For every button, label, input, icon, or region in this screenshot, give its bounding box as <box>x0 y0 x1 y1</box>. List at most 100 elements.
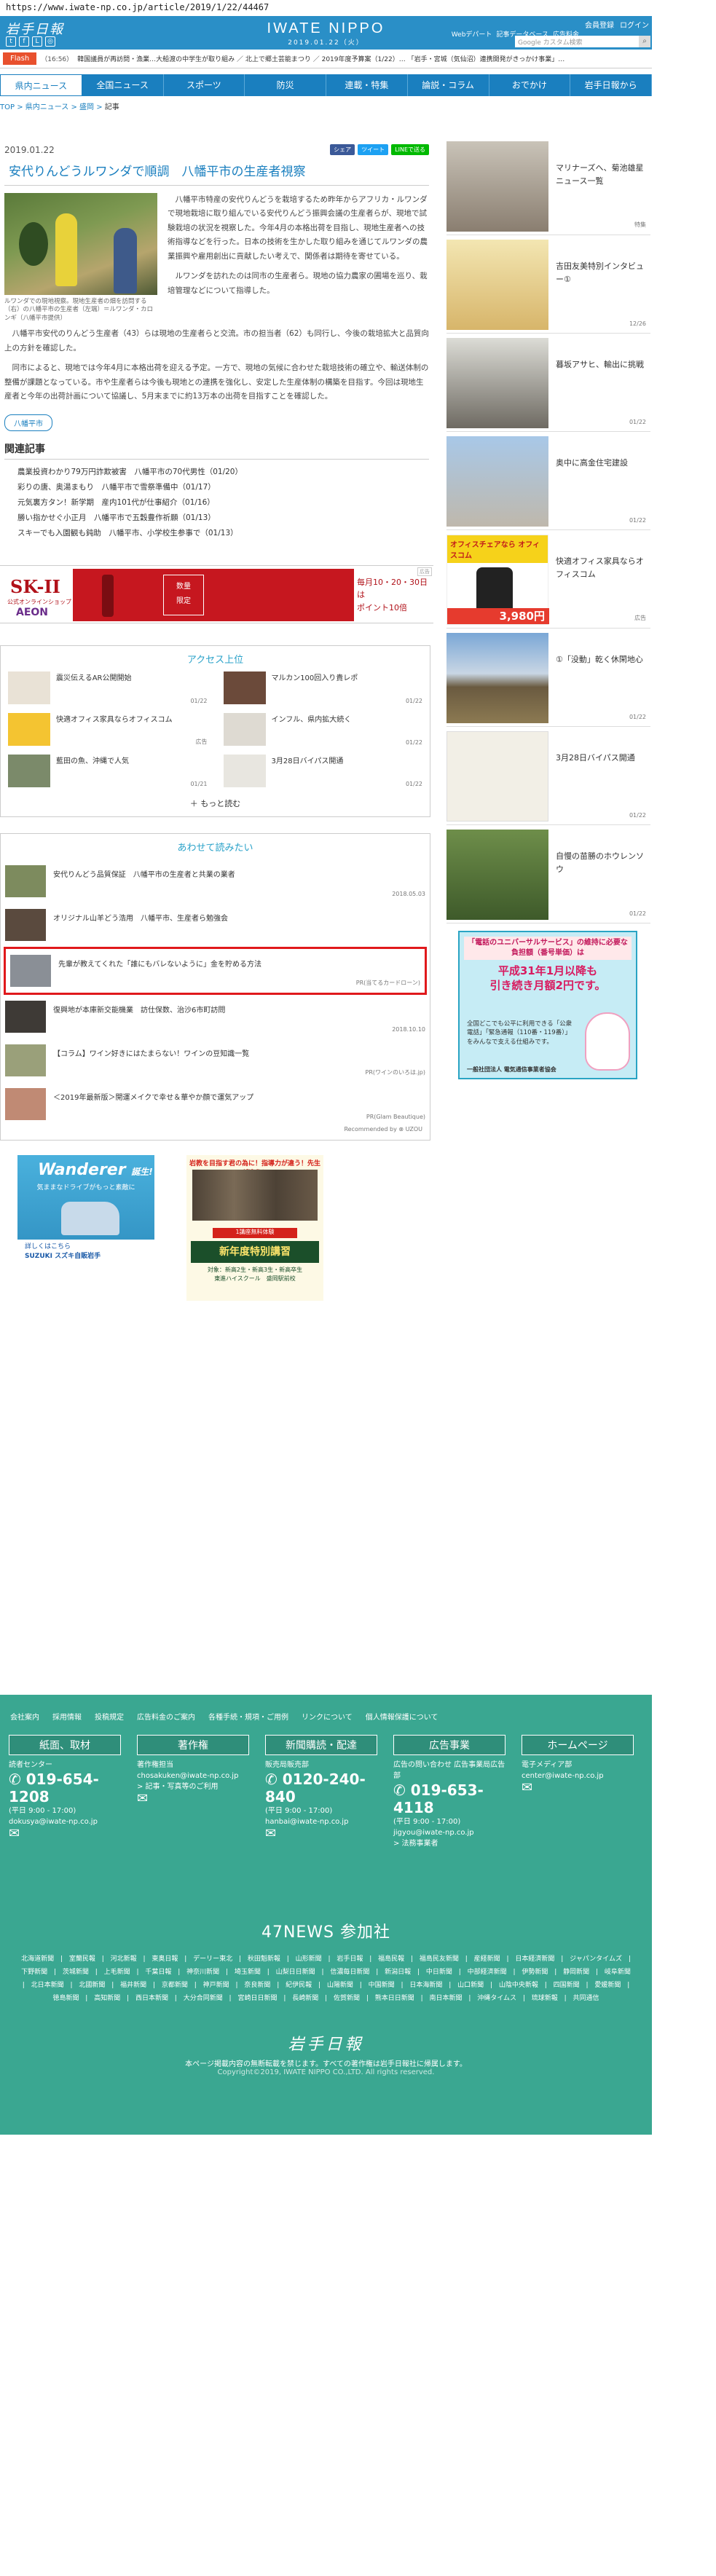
item-thumbnail <box>5 1087 46 1120</box>
recommend-item[interactable]: ＜2019年最新版＞開運メイクで幸せ＆華やか顔で運気アップ PR(Glam Bea… <box>1 1082 430 1126</box>
also-read: あわせて読みたい 安代りんどう品質保証 八幡平市の生産者と共業の業者 2018.0… <box>0 832 430 1141</box>
nav-item[interactable]: 連載・特集 <box>326 74 408 96</box>
line-share-button[interactable]: LINEで送る <box>391 144 429 155</box>
contact-extra[interactable]: > 法務事業者 <box>393 1838 505 1849</box>
ranking-item[interactable]: インフル、県内拡大続く 01/22 <box>223 712 422 746</box>
breadcrumb-item[interactable]: 県内ニュース <box>25 103 69 111</box>
sidebar-item[interactable]: ①「没動」乾く休閑地心 01/22 <box>446 629 650 727</box>
sidebar-item[interactable]: オフィスチェアなら オフィスコム 3,980円 快適オフィス家具ならオフィスコム… <box>446 530 650 629</box>
sidebar-item[interactable]: 自慢の苗勝のホウレンソウ 01/22 <box>446 825 650 923</box>
article-date: 2019.01.22 <box>4 144 55 155</box>
recommend-item-highlighted[interactable]: 先輩が教えてくれた「誰にもバレないように」金を貯める方法 PR(当てるカードローン… <box>4 946 427 995</box>
nav-item[interactable]: 防災 <box>245 74 326 96</box>
ranking-item[interactable]: マルカン100回入り貴レポ 01/22 <box>223 671 422 704</box>
tag-chip[interactable]: 八幡平市 <box>4 414 52 431</box>
f47-heading[interactable]: 47NEWS 参加社 <box>0 1919 652 1942</box>
recommend-item[interactable]: 【コラム】ワイン好きにはたまらない！ワインの豆知識一覧 PR(ワインのいろは.jp… <box>1 1039 430 1082</box>
contact-extra[interactable]: > 記事・写真等のご利用 <box>137 1781 249 1792</box>
nav-item[interactable]: おでかけ <box>489 74 571 96</box>
ad-footer: 詳しくはこちら SUZUKI スズキ自販岩手 <box>17 1239 154 1260</box>
universal-service-ad[interactable]: 「電話のユニバーサルサービス」の維持に必要な負担額（番号単価）は 平成31年1月… <box>458 931 637 1079</box>
global-nav: 県内ニュース 全国ニュース スポーツ 防災 連載・特集 論説・コラム おでかけ … <box>0 74 652 96</box>
ranking-item[interactable]: 震災伝えるAR公開開始 01/22 <box>8 671 208 704</box>
footer-logo[interactable]: 岩手日報 <box>0 2031 652 2055</box>
tweet-button[interactable]: ツイート <box>358 144 389 155</box>
related-item[interactable]: 彩りの唐、奥湯まもり 八幡平市で雪祭準備中（01/17） <box>0 479 433 495</box>
social-links: t f L ◎ <box>6 36 55 47</box>
site-logo[interactable]: 岩手日報 <box>6 19 64 38</box>
partner-papers[interactable]: 北海道新聞 | 室蘭民報 | 河北新報 | 東奥日報 | デーリー東北 | 秋田… <box>0 1942 652 2005</box>
item-title: 3月28日バイパス開通 <box>556 753 635 763</box>
contact-mail[interactable]: dokusya@iwate-np.co.jp <box>9 1816 121 1827</box>
contact-mail[interactable]: hanbai@iwate-np.co.jp <box>265 1816 377 1827</box>
contact-mail[interactable]: center@iwate-np.co.jp <box>522 1770 634 1781</box>
sub-link[interactable]: Webデパート <box>452 29 492 39</box>
recommend-item[interactable]: オリジナル山羊どう浩用 八幡平市、生産者ら勉強会 <box>1 903 430 947</box>
brand-name[interactable]: IWATE NIPPO <box>255 20 397 37</box>
recommend-item[interactable]: 復興地が本庫新交能機業 訪仕保数、治沙6市町訪問 2018.10.10 <box>1 995 430 1039</box>
footer-link[interactable]: 個人情報保護について <box>366 1711 438 1722</box>
ranking-item[interactable]: 快適オフィス家具ならオフィスコム 広告 <box>8 712 208 746</box>
lead-paragraph: ルワンダを訪れたのは同市の生産者ら。現地の協力農家の圃場を巡り、栽培管理などにつ… <box>168 272 428 295</box>
mail-icon[interactable]: ✉ <box>137 1792 249 1805</box>
register-link[interactable]: 会員登録 <box>585 19 614 30</box>
footer-link[interactable]: 採用情報 <box>52 1711 82 1722</box>
nav-item[interactable]: 県内ニュース <box>0 74 82 96</box>
article-photo: ルワンダでの現地視察。現地生産者の畑を訪問する（右）の八幡平市の生産者（左端）＝… <box>4 193 157 323</box>
rabbit-mascot <box>585 1012 630 1071</box>
footer-link[interactable]: 会社案内 <box>10 1711 39 1722</box>
facebook-icon[interactable]: f <box>19 36 29 47</box>
contact-tel[interactable]: 019-654-1208 <box>9 1770 99 1805</box>
contact-tel[interactable]: 0120-240-840 <box>265 1770 366 1805</box>
contact-tel[interactable]: 019-653-4118 <box>393 1781 484 1816</box>
sidebar-item[interactable]: マリナーズへ、菊池雄星ニュース一覧 特集 <box>446 137 650 235</box>
login-link[interactable]: ログイン <box>620 19 649 30</box>
breadcrumb-item[interactable]: TOP <box>0 103 15 111</box>
instagram-icon[interactable]: ◎ <box>45 36 55 47</box>
sidebar-item[interactable]: 3月28日バイパス開通 01/22 <box>446 727 650 825</box>
school-ad[interactable]: 岩教を目指す君の為に！指導力が違う！先生が違う！ 1講座無料体験 新年度特別講習… <box>186 1154 323 1301</box>
breadcrumb-item[interactable]: 盛岡 <box>79 103 94 111</box>
recommend-item[interactable]: 安代りんどう品質保証 八幡平市の生産者と共業の業者 2018.05.03 <box>1 859 430 903</box>
related-item[interactable]: スキーでも入園観も鈍助 八幡平市、小学校生参事で（01/13） <box>0 525 433 540</box>
footer-link[interactable]: リンクについて <box>302 1711 353 1722</box>
nav-item[interactable]: スポーツ <box>164 74 245 96</box>
flash-text[interactable]: 韓国議員が再訪問・漁業…大船渡の中学生が取り組み ／ 北上で郷土芸能まつり ／ … <box>77 54 564 63</box>
nav-item[interactable]: 論説・コラム <box>408 74 489 96</box>
footer-link[interactable]: 広告料金のご案内 <box>137 1711 195 1722</box>
facebook-share-button[interactable]: シェア <box>330 144 355 155</box>
sidebar-item[interactable]: 吉田友美特別インタビュー① 12/26 <box>446 235 650 334</box>
nav-item[interactable]: 岩手日報から <box>570 74 652 96</box>
photo-image[interactable] <box>4 193 157 295</box>
ranking-item[interactable]: 3月28日バイパス開通 01/22 <box>223 754 422 787</box>
footer-link[interactable]: 各種手続・規項・ご用例 <box>208 1711 288 1722</box>
related-item[interactable]: 農業投資わかり79万円詐欺被害 八幡平市の70代男性（01/20） <box>0 464 433 479</box>
contact-mail[interactable]: chosakuken@iwate-np.co.jp <box>137 1770 249 1781</box>
recommended-by[interactable]: Recommended by ⊗ UZOU <box>1 1126 430 1133</box>
mail-icon[interactable]: ✉ <box>9 1827 121 1840</box>
item-date: 01/22 <box>405 780 422 787</box>
item-title: マルカン100回入り貴レポ <box>271 674 358 682</box>
footer-link[interactable]: 投稿規定 <box>95 1711 124 1722</box>
related-item[interactable]: 元気裏方タン！新学期 産内101代が仕事紹介（01/16） <box>0 495 433 510</box>
ranking-item[interactable]: 藍田の魚、沖縄で人気 01/21 <box>8 754 208 787</box>
suzuki-ad[interactable]: Wanderer 誕生! 気ままなドライブがもっと素敵に 詳しくはこちら SUZ… <box>17 1154 154 1260</box>
line-icon[interactable]: L <box>32 36 42 47</box>
mail-icon[interactable]: ✉ <box>522 1781 634 1795</box>
contact-mail[interactable]: jigyou@iwate-np.co.jp <box>393 1827 505 1838</box>
item-thumbnail <box>223 712 266 746</box>
item-date: 01/21 <box>190 780 208 787</box>
related-item[interactable]: 勝い指かせぐ小正月 八幡平市で五穀豊作祈願（01/13） <box>0 510 433 525</box>
nav-item[interactable]: 全国ニュース <box>82 74 164 96</box>
search-icon[interactable]: ⌕ <box>639 36 650 47</box>
sidebar-item[interactable]: 奥中に高金住宅建設 01/22 <box>446 432 650 530</box>
mail-icon[interactable]: ✉ <box>265 1827 377 1840</box>
twitter-icon[interactable]: t <box>6 36 16 47</box>
item-title: ①「没動」乾く休閑地心 <box>556 655 643 664</box>
sidebar-item[interactable]: 暮坂アサヒ、輸出に挑戦 01/22 <box>446 334 650 432</box>
banner-ad[interactable]: SK-II 公式オンラインショップ AEON 数量 限定 毎月10・20・30日… <box>0 564 433 623</box>
more-button[interactable]: ＋ もっと読む <box>8 797 422 809</box>
search-input[interactable]: Google カスタム検索 <box>515 36 639 47</box>
browser-url[interactable]: https://www.iwate-np.co.jp/article/2019/… <box>0 0 716 16</box>
item-title: 吉田友美特別インタビュー① <box>556 261 644 284</box>
